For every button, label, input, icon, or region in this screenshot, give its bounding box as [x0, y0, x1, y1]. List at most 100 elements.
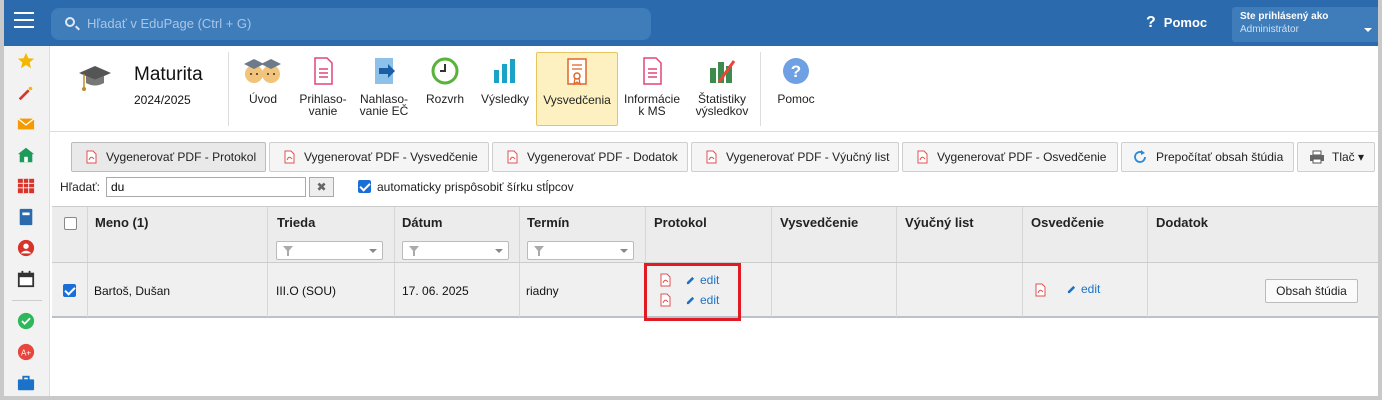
- help-link[interactable]: ? Pomoc: [1146, 14, 1207, 32]
- tool-label: Pomoc: [777, 92, 815, 106]
- import-icon: [375, 58, 395, 84]
- select-all-checkbox[interactable]: [64, 217, 77, 230]
- column-divider: [645, 207, 646, 263]
- user-icon[interactable]: [17, 239, 35, 257]
- tool-statistiky-vysledkov[interactable]: Štatistiky výsledkov: [690, 52, 754, 126]
- certificate-icon: [567, 58, 587, 86]
- column-divider: [519, 207, 520, 263]
- search-input[interactable]: [106, 177, 306, 197]
- clear-search-button[interactable]: ✖: [309, 177, 334, 197]
- print-button[interactable]: Tlač ▾: [1297, 142, 1375, 172]
- trieda-filter[interactable]: [276, 241, 383, 260]
- school-year: 2024/2025: [134, 93, 191, 107]
- briefcase-icon[interactable]: [17, 374, 35, 392]
- tool-vysvedcenia[interactable]: Vysvedčenia: [536, 52, 618, 126]
- sidebar-divider: [12, 300, 42, 301]
- column-divider: [771, 263, 772, 317]
- generate-pdf-vysvedcenie-button[interactable]: Vygenerovať PDF - Vysvedčenie: [269, 142, 489, 172]
- grades-icon[interactable]: A+: [17, 343, 35, 361]
- cell-datum: 17. 06. 2025: [402, 284, 469, 298]
- row-checkbox[interactable]: [63, 284, 76, 297]
- highlight-box: [644, 263, 741, 321]
- column-header-vysvedcenie[interactable]: Vysvedčenie: [780, 215, 858, 230]
- star-icon[interactable]: [17, 52, 35, 70]
- filter-icon: [409, 246, 419, 256]
- calendar-icon[interactable]: [17, 270, 35, 288]
- column-divider: [771, 207, 772, 263]
- termin-filter[interactable]: [527, 241, 634, 260]
- column-header-datum[interactable]: Dátum: [402, 215, 442, 230]
- column-header-dodatok[interactable]: Dodatok: [1156, 215, 1208, 230]
- pdf-icon: [917, 150, 928, 164]
- tool-nahlasovanie-ec[interactable]: Nahlaso- vanie EČ: [355, 52, 413, 126]
- cell-trieda: III.O (SOU): [276, 284, 336, 298]
- generate-pdf-osvedcenie-button[interactable]: Vygenerovať PDF - Osvedčenie: [902, 142, 1118, 172]
- filter-icon: [283, 246, 293, 256]
- filter-icon: [534, 246, 544, 256]
- table-header: Meno (1) Trieda Dátum Termín Protokol Vy…: [52, 206, 1378, 263]
- home-icon[interactable]: [17, 146, 35, 164]
- generate-pdf-dodatok-button[interactable]: Vygenerovať PDF - Dodatok: [492, 142, 688, 172]
- menu-icon[interactable]: [14, 12, 34, 30]
- generate-pdf-vyucny-list-button[interactable]: Vygenerovať PDF - Výučný list: [691, 142, 899, 172]
- autofit-checkbox[interactable]: [358, 180, 371, 193]
- column-divider: [394, 263, 395, 317]
- generate-pdf-protokol-button[interactable]: Vygenerovať PDF - Protokol: [71, 142, 266, 172]
- tool-label: Informácie k MS: [623, 92, 681, 118]
- printer-icon: [1310, 150, 1324, 164]
- bar-chart-icon: [494, 59, 515, 83]
- column-header-osvedcenie[interactable]: Osvedčenie: [1031, 215, 1104, 230]
- chevron-down-icon: [1364, 28, 1372, 36]
- check-circle-icon[interactable]: [17, 312, 35, 330]
- mail-icon[interactable]: [17, 115, 35, 133]
- refresh-icon: [1134, 150, 1146, 163]
- svg-text:A+: A+: [21, 349, 31, 358]
- column-header-termin[interactable]: Termín: [527, 215, 569, 230]
- user-role: Administrátor: [1240, 24, 1299, 35]
- column-divider: [1147, 263, 1148, 317]
- column-header-trieda[interactable]: Trieda: [277, 215, 315, 230]
- button-label: Vygenerovať PDF - Protokol: [106, 150, 257, 164]
- timetable-icon[interactable]: [17, 177, 35, 195]
- search-label: Hľadať:: [60, 180, 101, 194]
- obsah-studia-button[interactable]: Obsah štúdia: [1265, 279, 1358, 303]
- column-divider: [1022, 263, 1023, 317]
- user-line1: Ste prihlásený ako: [1240, 11, 1329, 22]
- column-divider: [519, 263, 520, 317]
- osvedcenie-edit-link[interactable]: edit: [1067, 282, 1100, 296]
- search-icon: [65, 17, 75, 27]
- column-divider: [267, 263, 268, 317]
- pdf-icon[interactable]: [1035, 283, 1046, 297]
- column-header-protokol[interactable]: Protokol: [654, 215, 707, 230]
- datum-filter[interactable]: [402, 241, 509, 260]
- book-icon[interactable]: [17, 208, 35, 226]
- magic-wand-icon[interactable]: [17, 84, 35, 102]
- tool-vysledky[interactable]: Výsledky: [477, 52, 533, 126]
- column-header-vyucny-list[interactable]: Výučný list: [905, 215, 974, 230]
- chevron-down-icon: [369, 249, 377, 257]
- recalculate-study-button[interactable]: Prepočítať obsah štúdia: [1121, 142, 1294, 172]
- button-label: Vygenerovať PDF - Vysvedčenie: [304, 150, 478, 164]
- tool-prihlasovanie[interactable]: Prihlaso- vanie: [294, 52, 352, 126]
- tool-label: Vysvedčenia: [543, 93, 611, 107]
- tool-rozvrh[interactable]: Rozvrh: [418, 52, 472, 126]
- user-menu[interactable]: Ste prihlásený ako Administrátor: [1232, 7, 1380, 42]
- document-icon: [314, 57, 333, 85]
- button-label: Prepočítať obsah štúdia: [1156, 150, 1284, 164]
- global-search-input[interactable]: Hľadať v EduPage (Ctrl + G): [51, 8, 651, 40]
- button-label: Vygenerovať PDF - Osvedčenie: [937, 150, 1107, 164]
- question-icon: ?: [1146, 14, 1156, 31]
- column-header-meno[interactable]: Meno (1): [95, 215, 148, 230]
- help-label: Pomoc: [1163, 15, 1208, 30]
- students-icon: [244, 59, 281, 83]
- tool-informacie-ms[interactable]: Informácie k MS: [620, 52, 684, 126]
- divider: [50, 131, 1378, 132]
- button-label: Vygenerovať PDF - Dodatok: [527, 150, 678, 164]
- column-divider: [1147, 207, 1148, 263]
- graduation-cap-icon: [79, 66, 111, 91]
- button-label: Tlač ▾: [1332, 150, 1365, 164]
- svg-text:?: ?: [791, 62, 801, 81]
- tool-pomoc[interactable]: ? Pomoc: [768, 52, 824, 126]
- tool-uvod[interactable]: Úvod: [236, 52, 290, 126]
- cell-meno: Bartoš, Dušan: [94, 284, 171, 298]
